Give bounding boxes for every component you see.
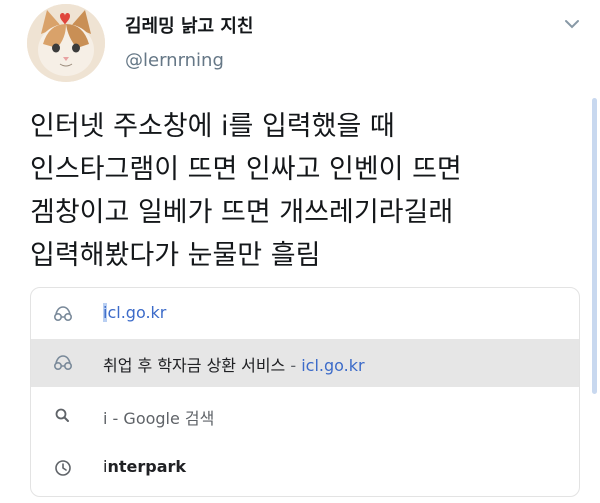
suggestion-history: interpark — [103, 457, 186, 476]
search-query: i — [103, 409, 108, 428]
history-rest: nterpark — [107, 457, 187, 476]
search-icon — [53, 407, 73, 425]
tweet-header: 김레밍 낡고 지친 @lernrning — [0, 0, 600, 90]
suggestion-search: i - Google 검색 — [103, 405, 214, 429]
globe-icon — [53, 305, 73, 323]
tweet-text: 인터넷 주소창에 i를 입력했을 때 인스타그램이 뜨면 인싸고 인벤이 뜨면 … — [30, 105, 575, 277]
chevron-down-icon[interactable] — [562, 14, 582, 34]
address-bar-suggestions: icl.go.kr 취업 후 학자금 상환 서비스 - icl.go.kr i … — [30, 287, 580, 497]
tweet-line: 인스타그램이 뜨면 인싸고 인벤이 뜨면 — [30, 154, 462, 185]
tweet-line: 겜창이고 일베가 뜨면 개쓰레기라길래 — [30, 197, 454, 228]
autocomplete-rest: cl.go.kr — [107, 303, 167, 322]
suggestion-row[interactable]: i - Google 검색 — [31, 392, 579, 440]
suggestion-url: icl.go.kr — [103, 303, 166, 322]
suggestion-row[interactable]: 취업 후 학자금 상환 서비스 - icl.go.kr — [31, 339, 579, 387]
suggestion-title: 취업 후 학자금 상환 서비스 — [103, 356, 286, 375]
cat-avatar[interactable] — [27, 4, 105, 82]
cat-face-icon — [27, 4, 105, 82]
suggestion-url: icl.go.kr — [301, 356, 365, 375]
search-engine-action: Google 검색 — [123, 409, 215, 428]
suggestion-row[interactable]: icl.go.kr — [31, 290, 579, 338]
suggestion-row[interactable]: interpark — [31, 444, 579, 492]
display-name[interactable]: 김레밍 낡고 지친 — [125, 12, 253, 38]
tweet-line: 입력해봤다가 눈물만 흘림 — [30, 240, 321, 271]
suggestion-separator: - — [112, 409, 119, 428]
scrollbar[interactable] — [592, 98, 597, 394]
suggestion-text: 취업 후 학자금 상환 서비스 - icl.go.kr — [103, 352, 365, 376]
globe-icon — [53, 354, 73, 372]
clock-icon — [53, 459, 73, 477]
user-handle[interactable]: @lernrning — [125, 50, 224, 71]
tweet-line: 인터넷 주소창에 i를 입력했을 때 — [30, 111, 395, 142]
suggestion-separator: - — [290, 356, 297, 375]
